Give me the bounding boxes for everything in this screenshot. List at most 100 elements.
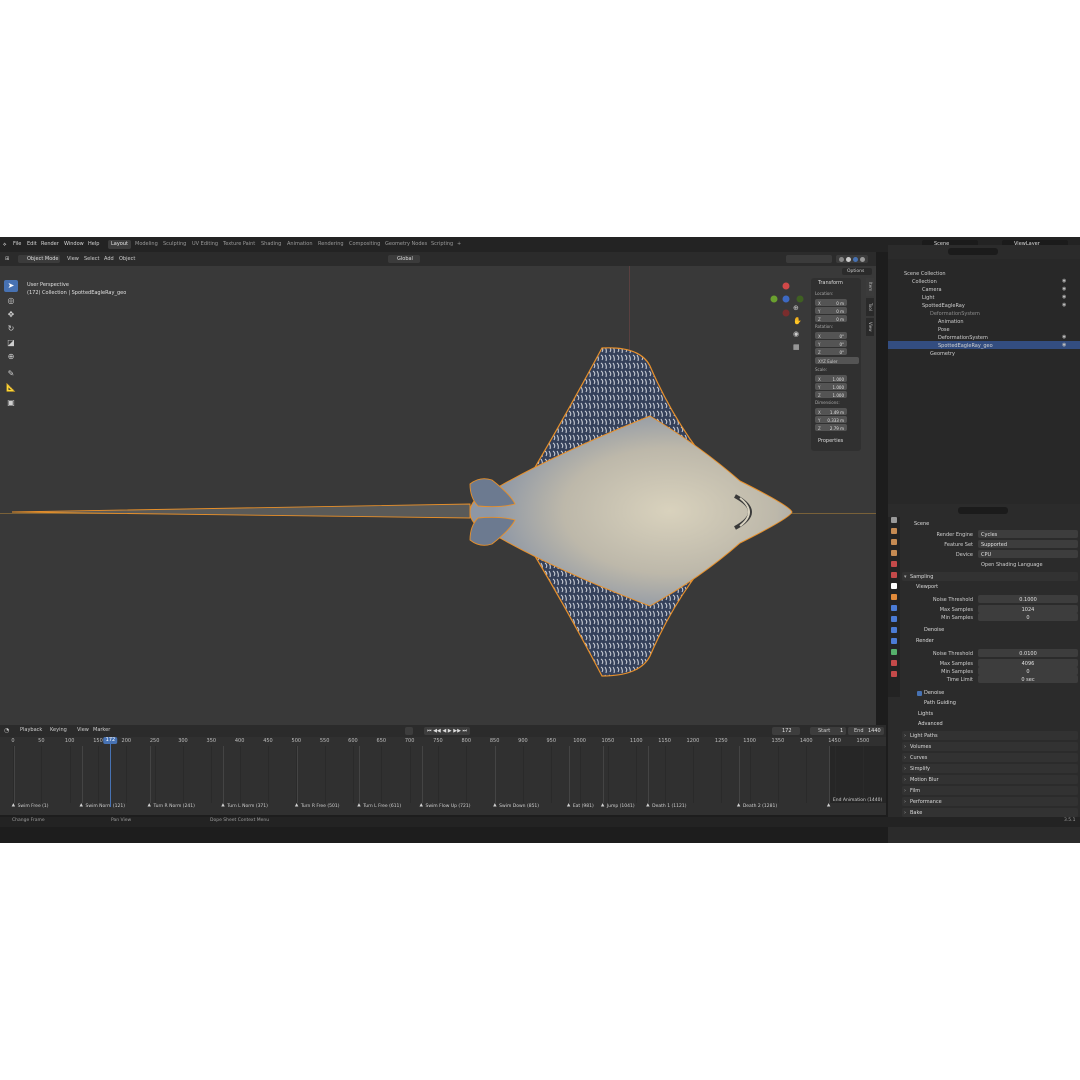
- marker-icon[interactable]: ▲: [493, 803, 496, 808]
- end-frame-field[interactable]: End 1440: [848, 727, 884, 735]
- tab-item[interactable]: Item: [866, 278, 874, 296]
- tool-tab-icon[interactable]: [891, 517, 897, 523]
- scene-tab-icon[interactable]: [891, 561, 897, 567]
- eye-icon[interactable]: ◉: [1062, 278, 1066, 284]
- outliner-row[interactable]: DeformationSystem: [888, 309, 1080, 317]
- solid-shading-icon[interactable]: [846, 256, 851, 262]
- particles-tab-icon[interactable]: [891, 616, 897, 622]
- marker-icon[interactable]: ▲: [148, 803, 151, 808]
- motion-blur-panel[interactable]: › Motion Blur: [902, 775, 1078, 784]
- cursor-tool-icon[interactable]: ◎: [4, 295, 18, 307]
- timeline-marker[interactable]: End Animation (1440): [833, 798, 882, 803]
- marker-icon[interactable]: ▲: [80, 803, 83, 808]
- collection-tab-icon[interactable]: [891, 583, 897, 589]
- move-tool-icon[interactable]: ✥: [4, 309, 18, 321]
- tab-sculpting[interactable]: Sculpting: [160, 240, 189, 249]
- tab-scripting[interactable]: Scripting: [428, 240, 456, 249]
- timeline-marker[interactable]: Jump (1041): [607, 804, 635, 809]
- record-button[interactable]: [405, 727, 413, 735]
- vp-min-samples-field[interactable]: 0: [978, 613, 1078, 621]
- menu-help[interactable]: Help: [88, 242, 99, 247]
- transform-header[interactable]: Transform: [818, 281, 843, 286]
- rendered-shading-icon[interactable]: [860, 256, 865, 262]
- dimensions-z-field[interactable]: Z 2.79 m: [815, 424, 847, 431]
- playhead-frame-badge[interactable]: 172: [103, 737, 118, 744]
- scale-tool-icon[interactable]: ◪: [4, 337, 18, 349]
- texture-tab-icon[interactable]: [891, 671, 897, 677]
- menu-object[interactable]: Object: [119, 255, 135, 263]
- osl-checkbox-label[interactable]: Open Shading Language: [981, 563, 1043, 568]
- menu-keying[interactable]: Keying: [50, 728, 67, 733]
- current-frame-field[interactable]: 172: [772, 727, 800, 735]
- curves-panel[interactable]: › Curves: [902, 753, 1078, 762]
- marker-icon[interactable]: ▲: [646, 803, 649, 808]
- marker-icon[interactable]: ▲: [295, 803, 298, 808]
- menu-playback[interactable]: Playback: [20, 728, 42, 733]
- rotation-mode-select[interactable]: XYZ Euler: [815, 357, 859, 364]
- render-subpanel[interactable]: Render: [916, 639, 934, 644]
- marker-icon[interactable]: ▲: [221, 803, 224, 808]
- tab-shading[interactable]: Shading: [258, 240, 284, 249]
- vp-noise-threshold-field[interactable]: 0.1000: [978, 595, 1078, 603]
- r-min-samples-field[interactable]: 0: [978, 667, 1078, 675]
- r-noise-threshold-field[interactable]: 0.0100: [978, 649, 1078, 657]
- constraints-tab-icon[interactable]: [891, 638, 897, 644]
- timeline-marker[interactable]: Turn R Norm (241): [154, 804, 195, 809]
- film-panel[interactable]: › Film: [902, 786, 1078, 795]
- volumes-panel[interactable]: › Volumes: [902, 742, 1078, 751]
- editor-type-icon[interactable]: ⊞: [5, 255, 9, 263]
- physics-tab-icon[interactable]: [891, 627, 897, 633]
- playhead[interactable]: [110, 737, 112, 807]
- dimensions-x-field[interactable]: X 1.49 m: [815, 408, 847, 415]
- properties-search-input[interactable]: [958, 507, 1008, 514]
- marker-icon[interactable]: ▲: [567, 803, 570, 808]
- modifier-tab-icon[interactable]: [891, 605, 897, 611]
- outliner-row[interactable]: DeformationSystem ◉: [888, 333, 1080, 341]
- render-engine-select[interactable]: Cycles: [978, 530, 1078, 538]
- tab-tool[interactable]: Tool: [866, 298, 874, 316]
- scale-y-field[interactable]: Y 1.000: [815, 383, 847, 390]
- outliner-row[interactable]: Collection ◉: [888, 277, 1080, 285]
- transform-orientation[interactable]: Global: [388, 255, 420, 263]
- camera-view-icon[interactable]: ◉: [793, 330, 799, 338]
- marker-icon[interactable]: ▲: [601, 803, 604, 808]
- timeline-marker[interactable]: Swim Down (851): [499, 804, 539, 809]
- eye-icon[interactable]: ◉: [1062, 294, 1066, 300]
- scale-x-field[interactable]: X 1.000: [815, 375, 847, 382]
- data-tab-icon[interactable]: [891, 649, 897, 655]
- gizmo-overlay-toggles[interactable]: [786, 255, 832, 263]
- timeline-editor-icon[interactable]: ◔: [4, 727, 9, 734]
- render-tab-icon[interactable]: [891, 528, 897, 534]
- rotation-z-field[interactable]: Z 0°: [815, 348, 847, 355]
- r-denoise-subpanel[interactable]: Denoise: [924, 691, 944, 696]
- r-time-limit-field[interactable]: 0 sec: [978, 675, 1078, 683]
- add-workspace-button[interactable]: +: [454, 240, 464, 249]
- denoise-checkbox[interactable]: [917, 691, 922, 696]
- sampling-panel[interactable]: ▾ Sampling: [902, 572, 1078, 581]
- performance-panel[interactable]: › Performance: [902, 797, 1078, 806]
- tab-animation[interactable]: Animation: [284, 240, 316, 249]
- scale-z-field[interactable]: Z 1.000: [815, 391, 847, 398]
- tab-modeling[interactable]: Modeling: [132, 240, 161, 249]
- tab-rendering[interactable]: Rendering: [315, 240, 347, 249]
- add-cube-tool-icon[interactable]: ▣: [4, 397, 18, 409]
- menu-render[interactable]: Render: [41, 242, 59, 247]
- mode-selector[interactable]: Object Mode: [18, 255, 60, 263]
- shading-modes[interactable]: [836, 255, 868, 263]
- timeline-marker[interactable]: Eat (981): [573, 804, 594, 809]
- tab-texture-paint[interactable]: Texture Paint: [220, 240, 258, 249]
- r-max-samples-field[interactable]: 4096: [978, 659, 1078, 667]
- 3d-viewport[interactable]: User Perspective (172) Collection | Spot…: [0, 266, 876, 725]
- wireframe-shading-icon[interactable]: [839, 256, 844, 262]
- menu-select[interactable]: Select: [84, 255, 99, 263]
- viewport-subpanel[interactable]: Viewport: [916, 585, 938, 590]
- rotation-y-field[interactable]: Y 0°: [815, 340, 847, 347]
- options-dropdown[interactable]: Options: [842, 268, 872, 275]
- advanced-subpanel[interactable]: Advanced: [918, 722, 943, 727]
- measure-tool-icon[interactable]: 📐: [4, 382, 18, 394]
- outliner-row[interactable]: Geometry: [888, 349, 1080, 357]
- timeline-marker[interactable]: Swim Flow Up (721): [426, 804, 471, 809]
- eye-icon[interactable]: ◉: [1062, 302, 1066, 308]
- material-tab-icon[interactable]: [891, 660, 897, 666]
- view-layer-tab-icon[interactable]: [891, 550, 897, 556]
